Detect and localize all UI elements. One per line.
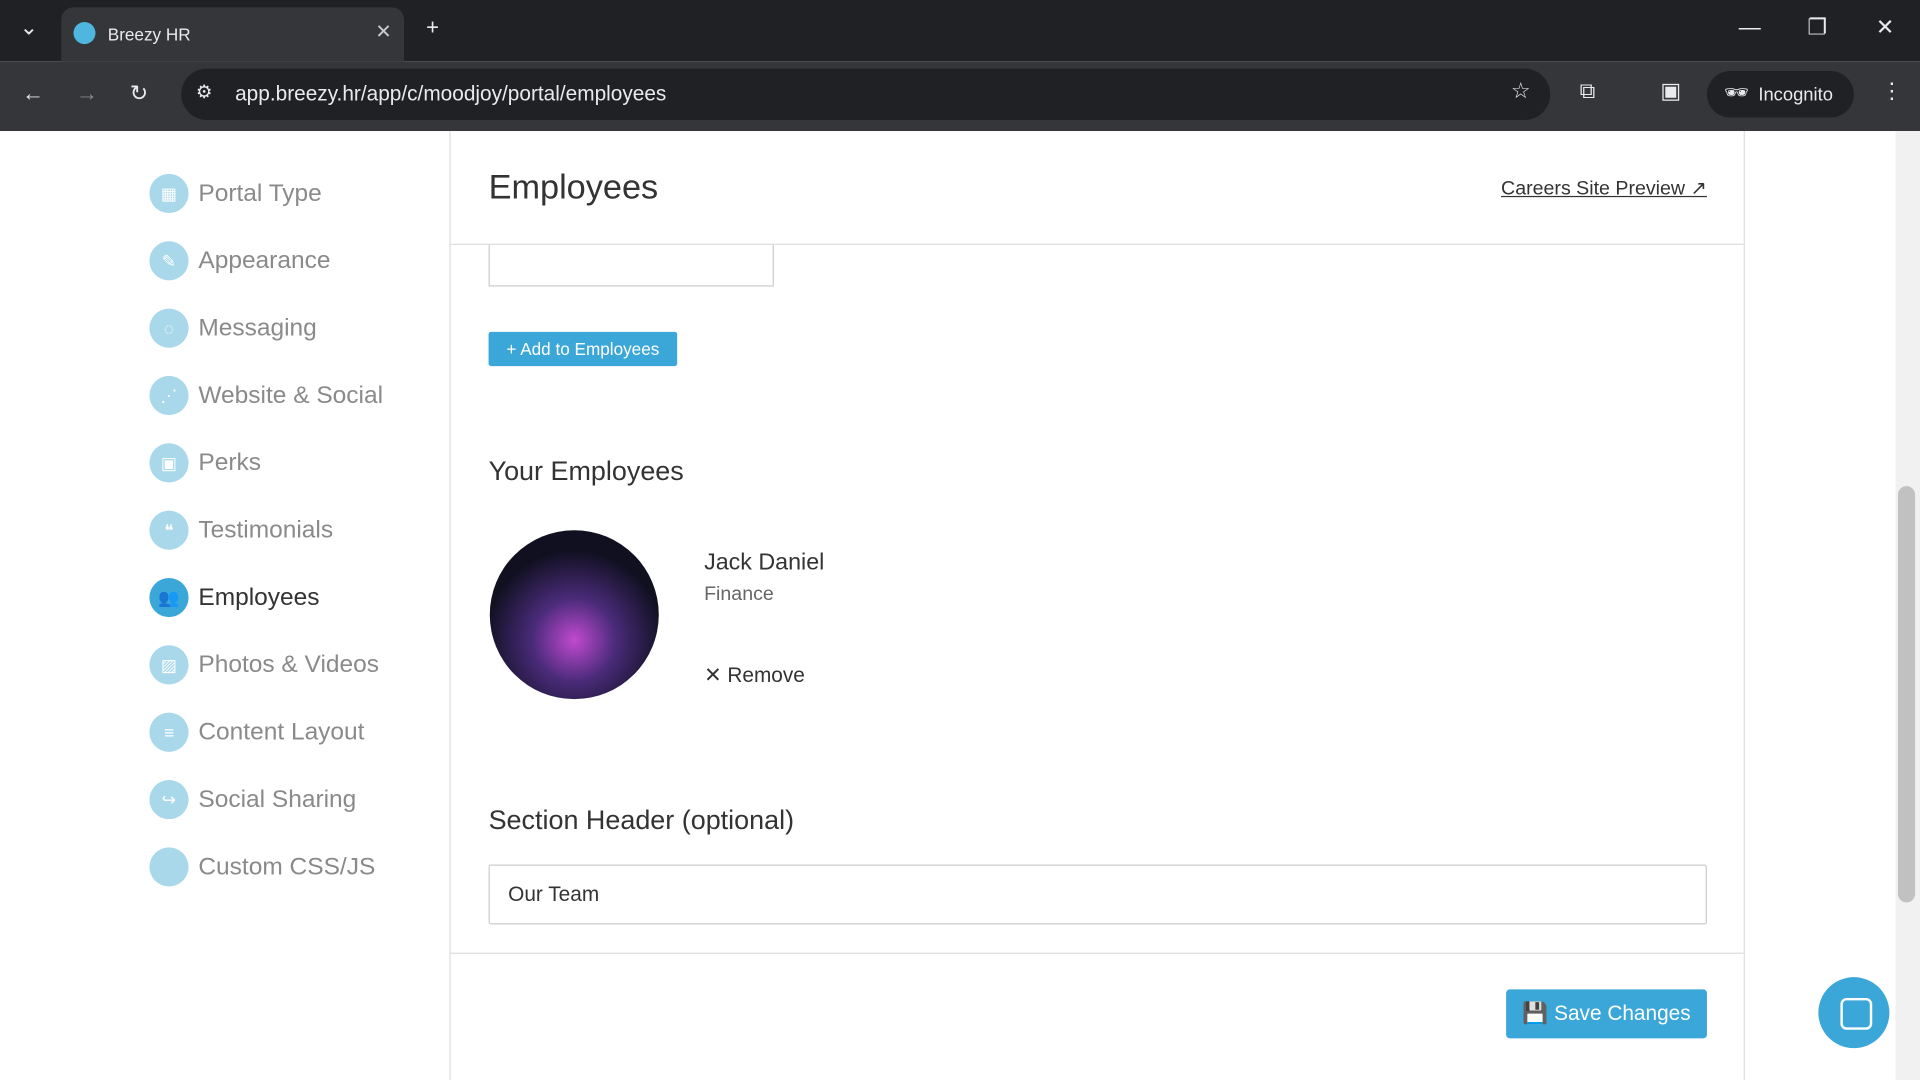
chat-icon: ◌ <box>149 308 189 348</box>
new-tab-icon[interactable]: + <box>426 15 439 41</box>
sidebar-item-website-social[interactable]: ⋰ Website & Social <box>149 375 384 416</box>
section-header-input[interactable]: Our Team <box>488 864 1707 925</box>
sidebar: ▦ Portal Type ✎ Appearance ◌ Messaging ⋰ Websit… <box>0 131 451 1080</box>
your-employees-heading: Your Employees <box>488 455 684 487</box>
favicon-icon <box>73 22 96 45</box>
code-icon <box>149 847 189 887</box>
sidebar-item-label: Content Layout <box>198 718 365 746</box>
site-settings-icon[interactable]: ⚙ <box>196 81 212 103</box>
remove-label: Remove <box>727 663 805 687</box>
reload-icon[interactable]: ↻ <box>130 81 148 107</box>
scrollbar-thumb[interactable] <box>1897 486 1916 903</box>
save-changes-button[interactable]: 💾 Save Changes <box>1506 989 1707 1039</box>
tab-search-icon[interactable]: ⌄ <box>20 15 38 41</box>
users-icon: 👥 <box>149 577 189 618</box>
comments-icon: ❝ <box>149 510 189 550</box>
save-label: Save Changes <box>1554 1001 1691 1025</box>
close-icon: ✕ <box>704 663 722 687</box>
sidebar-item-social-sharing[interactable]: ↪ Social Sharing <box>149 780 357 820</box>
incognito-badge[interactable]: 🕶 Incognito <box>1706 71 1854 118</box>
forward-icon[interactable]: → <box>76 81 98 107</box>
remove-employee-button[interactable]: ✕ Remove <box>704 664 805 688</box>
brush-icon: ✎ <box>149 241 189 281</box>
sidebar-item-perks[interactable]: ▣ Perks <box>149 443 261 483</box>
sidebar-item-label: Custom CSS/JS <box>198 852 376 880</box>
share-icon: ⋰ <box>149 375 189 416</box>
employee-department: Finance <box>704 584 774 605</box>
sidebar-item-label: Photos & Videos <box>198 650 379 678</box>
scrollbar[interactable] <box>1895 131 1920 1080</box>
restore-icon[interactable]: ❐ <box>1807 15 1827 41</box>
menu-icon[interactable]: ⋮ <box>1881 78 1903 104</box>
back-icon[interactable]: ← <box>22 81 44 107</box>
sidebar-item-label: Portal Type <box>198 179 322 207</box>
tab-title: Breezy HR <box>107 24 191 45</box>
browser-tab[interactable]: Breezy HR ✕ <box>61 7 405 62</box>
sidebar-item-label: Testimonials <box>198 516 334 544</box>
grid-icon: ▦ <box>149 173 189 214</box>
external-link-icon: ↗ <box>1690 178 1707 200</box>
avatar <box>489 530 659 700</box>
add-to-employees-button[interactable]: + Add to Employees <box>488 331 678 367</box>
page-title: Employees <box>488 167 659 206</box>
sidebar-item-label: Employees <box>198 583 320 611</box>
sidebar-item-label: Perks <box>198 448 261 476</box>
divider <box>450 952 1744 954</box>
bookmark-star-icon[interactable]: ☆ <box>1511 78 1531 104</box>
sidebar-item-testimonials[interactable]: ❝ Testimonials <box>149 510 334 550</box>
close-window-icon[interactable]: ✕ <box>1876 15 1894 41</box>
preview-link-text: Careers Site Preview <box>1501 178 1686 200</box>
chat-widget-button[interactable] <box>1818 977 1890 1049</box>
minimize-icon[interactable]: — <box>1739 15 1761 41</box>
sidebar-item-custom-css-js[interactable]: Custom CSS/JS <box>149 847 376 887</box>
address-bar[interactable]: ⚙ app.breezy.hr/app/c/moodjoy/portal/empl… <box>181 68 1551 121</box>
sidebar-item-label: Appearance <box>198 246 331 274</box>
tab-bar: ⌄ Breezy HR ✕ + — ❐ ✕ <box>0 0 1920 62</box>
browser-toolbar: ← → ↻ ⚙ app.breezy.hr/app/c/moodjoy/porta… <box>0 61 1920 132</box>
employee-input[interactable] <box>488 244 774 287</box>
sidebar-item-label: Messaging <box>198 314 317 342</box>
employee-name: Jack Daniel <box>704 549 825 576</box>
page-header: Employees Careers Site Preview ↗ <box>450 131 1744 245</box>
section-header-label: Section Header (optional) <box>488 804 795 836</box>
save-icon: 💾 <box>1522 1001 1555 1025</box>
sidebar-item-content-layout[interactable]: ≡ Content Layout <box>149 712 365 752</box>
sidebar-item-employees[interactable]: 👥 Employees <box>149 577 320 618</box>
sidebar-item-messaging[interactable]: ◌ Messaging <box>149 308 317 348</box>
sidebar-item-appearance[interactable]: ✎ Appearance <box>149 241 331 281</box>
image-icon: ▨ <box>149 645 189 685</box>
careers-site-preview-link[interactable]: Careers Site Preview ↗ <box>1501 176 1707 200</box>
close-tab-icon[interactable]: ✕ <box>375 20 391 44</box>
incognito-icon: 🕶 <box>1724 83 1749 105</box>
extensions-icon[interactable]: ⧉ <box>1580 78 1596 104</box>
list-icon: ≡ <box>149 712 189 752</box>
side-panel-icon[interactable]: ▣ <box>1660 78 1681 104</box>
sidebar-item-label: Website & Social <box>198 381 384 409</box>
sidebar-item-label: Social Sharing <box>198 785 357 813</box>
sidebar-item-photos-videos[interactable]: ▨ Photos & Videos <box>149 645 379 685</box>
incognito-label: Incognito <box>1758 83 1833 105</box>
main-panel: Employees Careers Site Preview ↗ + Add t… <box>450 131 1745 1080</box>
share-arrow-icon: ↪ <box>149 780 189 820</box>
gift-icon: ▣ <box>149 443 189 483</box>
url-text: app.breezy.hr/app/c/moodjoy/portal/emplo… <box>235 82 667 106</box>
sidebar-item-portal-type[interactable]: ▦ Portal Type <box>149 173 322 214</box>
